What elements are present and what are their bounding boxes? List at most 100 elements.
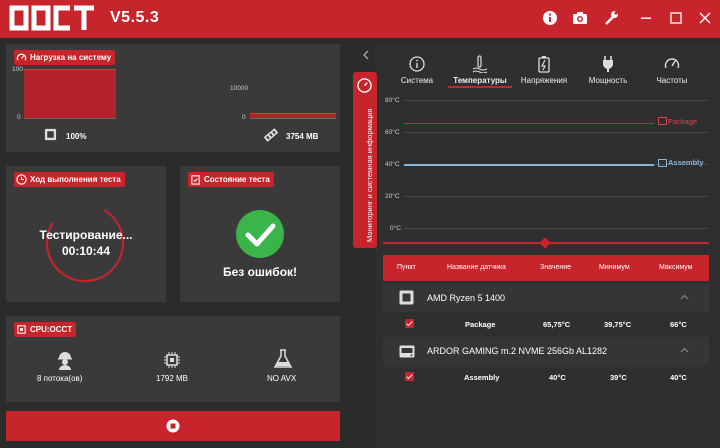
tab-system[interactable]: Система (383, 54, 451, 85)
sensor-checkbox[interactable] (405, 319, 414, 328)
gauge-icon (357, 78, 372, 93)
column-header-min: Минимум (599, 264, 630, 271)
device-name: ARDOR GAMING m.2 NVME 256Gb AL1282 (427, 346, 608, 356)
tab-frequencies-label: Частоты (656, 76, 688, 85)
info-icon[interactable] (542, 10, 558, 26)
cpu-chip-icon (44, 128, 57, 141)
sensor-row-package: Package 65,75°C 39,75°C 66°C (383, 312, 709, 334)
y-tick: 20°C (385, 193, 400, 200)
sensor-max: 40°C (670, 373, 687, 382)
info-icon (409, 56, 425, 72)
y-tick: 0°C (390, 225, 401, 232)
cpu-test-panel: CPU:OCCT 8 потока(ов) 1792 MB NO AVX (6, 316, 340, 402)
y-tick: 40°C (385, 161, 400, 168)
title-bar: V5.5.3 (0, 0, 720, 38)
occt-logo (9, 5, 94, 31)
test-state-title: Состояние теста (204, 175, 270, 184)
cpu-load-fill (24, 69, 116, 118)
test-state-panel: Состояние теста Без ошибок! (180, 166, 340, 302)
series-swatch (658, 158, 667, 167)
device-row-ssd[interactable]: ARDOR GAMING m.2 NVME 256Gb AL1282 (383, 337, 709, 365)
test-status: Тестирование... (39, 228, 133, 242)
cpu-load-value: 100% (66, 132, 87, 141)
y-tick: 80°C (385, 97, 400, 104)
camera-icon[interactable] (572, 10, 588, 26)
progress-spinner (45, 203, 125, 283)
drive-icon (399, 345, 415, 358)
tab-system-label: Система (400, 76, 434, 85)
cpu-axis-max: 100 (12, 66, 23, 73)
device-name: AMD Ryzen 5 1400 (427, 293, 506, 303)
stop-test-button[interactable] (6, 411, 340, 441)
series-swatch (658, 117, 667, 126)
memory-load-fill (250, 113, 336, 118)
thread-count: 8 потока(ов) (37, 374, 83, 383)
gridline (404, 228, 708, 229)
battery-icon (538, 56, 550, 73)
cpu-chip-icon (399, 290, 414, 305)
minimize-icon[interactable] (638, 10, 654, 26)
cpu-test-title: CPU:OCCT (30, 325, 73, 334)
plug-icon (603, 56, 613, 72)
tab-temperatures-label: Температуры (453, 76, 507, 85)
close-icon[interactable] (697, 10, 713, 26)
chevron-up-icon[interactable] (680, 347, 689, 353)
test-progress-title: Ход выполнения теста (30, 175, 121, 184)
sensor-name: Assembly (464, 373, 500, 382)
tab-voltages[interactable]: Напряжения (510, 54, 578, 85)
maximize-icon[interactable] (668, 10, 684, 26)
tab-temperatures[interactable]: Температуры (446, 54, 514, 85)
clock-icon (16, 174, 27, 185)
sensor-checkbox[interactable] (405, 372, 414, 381)
tab-voltages-label: Напряжения (520, 76, 568, 85)
cpu-icon (17, 325, 26, 334)
sensor-value: 40°C (549, 373, 566, 382)
series-name: Assembly (668, 158, 704, 167)
monitoring-side-tab-label: Мониторинг и системная информация (365, 108, 374, 243)
sensor-max: 66°C (670, 320, 687, 329)
success-check-icon (236, 210, 284, 258)
column-header-sensor: Название датчика (447, 264, 506, 271)
y-tick: 60°C (385, 129, 400, 136)
tab-power[interactable]: Мощность (574, 54, 642, 85)
clipboard-icon (191, 175, 200, 185)
memory-axis-max: 10000 (230, 85, 249, 92)
app-version: V5.5.3 (110, 9, 160, 26)
elapsed-time: 00:10:44 (61, 244, 111, 258)
avx-mode: NO AVX (267, 374, 297, 383)
stop-icon (166, 419, 180, 433)
series-label-assembly: Assembly (658, 158, 703, 167)
worker-icon (58, 352, 72, 370)
chip-icon (164, 352, 180, 368)
monitoring-side-tab[interactable]: Мониторинг и системная информация (353, 72, 377, 248)
flask-icon (274, 349, 292, 368)
column-header-item: Пункт (397, 264, 416, 271)
wrench-icon[interactable] (603, 10, 619, 26)
gridline (404, 196, 708, 197)
chevron-up-icon[interactable] (680, 294, 689, 300)
chevron-left-icon[interactable] (362, 50, 370, 60)
system-load-title: Нагрузка на систему (30, 53, 112, 62)
sensor-table-header: Пункт Название датчика Значение Минимум … (383, 255, 709, 281)
sensor-min: 39,75°C (604, 320, 632, 329)
sensor-name: Package (465, 320, 496, 329)
system-load-tag: Нагрузка на систему (14, 50, 116, 65)
memory-load-value: 3754 MB (286, 132, 319, 141)
column-header-max: Максимум (659, 264, 693, 271)
gauge-icon (664, 58, 680, 69)
sensor-row-assembly: Assembly 40°C 39°C 40°C (383, 365, 709, 387)
series-name: Package (668, 116, 698, 126)
test-memory: 1792 MB (156, 374, 189, 383)
cpu-load-chart (24, 69, 116, 119)
device-row-cpu[interactable]: AMD Ryzen 5 1400 (383, 284, 709, 312)
series-line-package (404, 122, 654, 125)
column-header-value: Значение (540, 264, 572, 271)
test-result: Без ошибок! (222, 265, 298, 279)
memory-icon (264, 128, 278, 142)
gridline (404, 100, 708, 101)
cpu-test-tag: CPU:OCCT (14, 322, 77, 337)
test-progress-panel: Ход выполнения теста Тестирование... 00:… (6, 166, 166, 302)
sensor-min: 39°C (610, 373, 627, 382)
test-state-tag: Состояние теста (188, 172, 274, 187)
tab-frequencies[interactable]: Частоты (638, 54, 706, 85)
